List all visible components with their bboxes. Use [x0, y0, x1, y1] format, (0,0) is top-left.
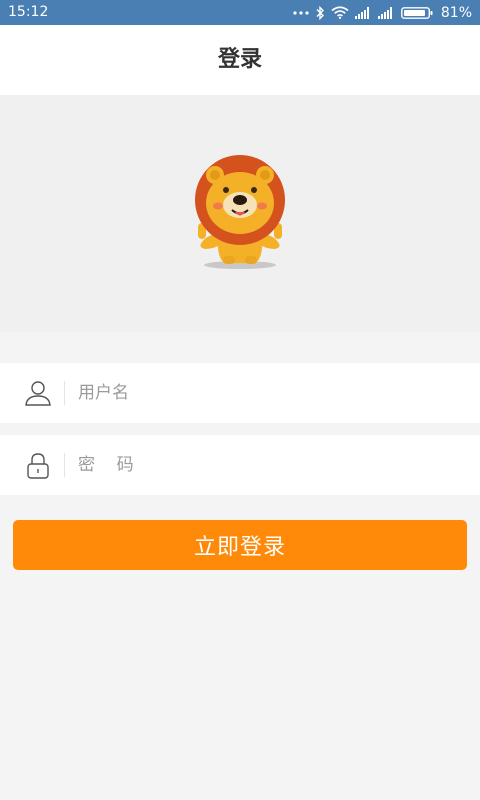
signal-icon [354, 6, 369, 19]
username-row [0, 363, 480, 423]
battery-icon [400, 6, 433, 19]
status-bar: 15:12 81% [0, 0, 480, 25]
field-divider [64, 453, 65, 477]
field-divider [64, 381, 65, 405]
hero-banner [0, 95, 480, 332]
wifi-icon [331, 6, 349, 19]
password-row [0, 435, 480, 495]
lock-icon [27, 453, 49, 479]
page-title: 登录 [217, 47, 262, 72]
password-input[interactable] [78, 445, 458, 485]
user-icon [25, 381, 51, 406]
status-time: 15:12 [8, 4, 49, 20]
battery-percent: 81% [440, 4, 472, 21]
signal-icon [377, 6, 392, 19]
login-button[interactable]: 立即登录 [13, 520, 467, 570]
status-icons: 81% [293, 3, 472, 22]
bluetooth-icon [316, 5, 324, 20]
lion-mascot-image [195, 155, 285, 269]
username-input[interactable] [78, 373, 458, 413]
header: 登录 [0, 25, 480, 95]
more-dots-icon [293, 10, 309, 15]
